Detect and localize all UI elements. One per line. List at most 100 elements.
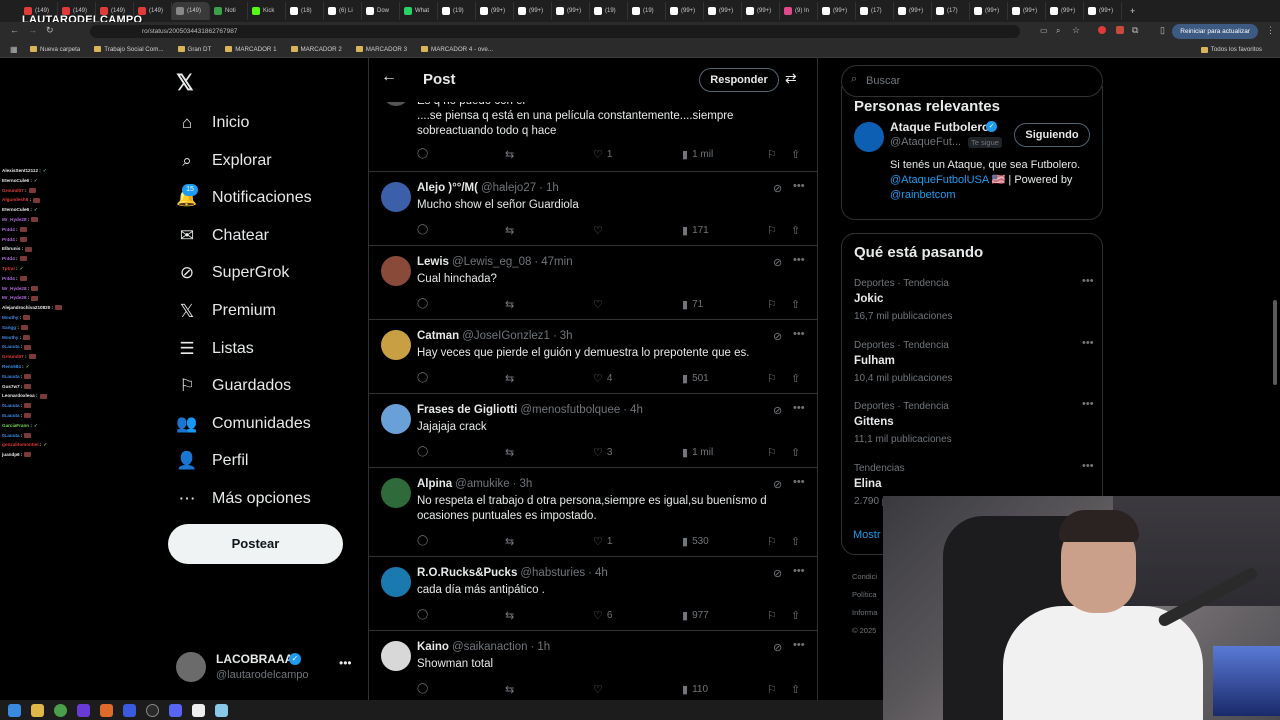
nav-item-listas[interactable]: ☰ Listas [176,336,253,362]
obs-icon[interactable] [146,703,159,717]
footer-link[interactable]: Política [852,590,877,599]
share-action[interactable]: ⇧ [791,535,800,548]
tweet-time[interactable]: 3h [560,330,573,342]
browser-tab[interactable]: (99+) [742,2,780,20]
grok-icon[interactable]: ⊘ [773,256,782,269]
reply-tweet[interactable]: Catman @JoseIGonzlez1 · 3h ⊘ ••• Hay veces que… [369,320,817,394]
nav-item-comunidades[interactable]: 👥 Comunidades [176,411,310,437]
browser-tab[interactable]: (99+) [552,2,590,20]
tweet-time[interactable]: 47min [541,256,572,268]
sidebar-icon[interactable]: ▯ [1160,25,1165,36]
browser-tab[interactable]: (149) [172,2,210,20]
chrome-icon[interactable] [54,703,67,717]
tweet-author-name[interactable]: Catman [417,330,459,342]
share-action[interactable]: ⇧ [791,609,800,622]
tweet-time[interactable]: 3h [519,478,532,490]
start-icon[interactable] [8,703,21,717]
avatar[interactable] [381,478,411,508]
reply-tweet[interactable]: Lewis @Lewis_eg_08 · 47min ⊘ ••• Cual hinchada… [369,246,817,320]
menu-kebab-icon[interactable]: ⋮ [1266,25,1275,36]
reply-action[interactable]: ◯ [417,609,428,620]
views-action[interactable]: ▮ 110 [682,683,708,696]
bookmark-item[interactable]: MARCADOR 4 - ove... [421,46,493,53]
reply-action[interactable]: ◯ [417,535,428,546]
app-icon[interactable] [192,703,205,717]
footer-link[interactable]: Informa [852,608,877,617]
bookmark-item[interactable]: Gran DT [177,46,211,53]
like-action[interactable]: ♡ 1 [593,535,612,548]
bookmark-action[interactable]: ⚐ [767,446,777,459]
views-action[interactable]: ▮ 71 [682,298,703,311]
views-action[interactable]: ▮ 530 [682,535,709,548]
extensions-puzzle-icon[interactable]: ⧉ [1132,25,1138,36]
retweet-action[interactable]: ⇆ [505,148,514,161]
following-button[interactable]: Siguiendo [1014,123,1090,147]
tweet-time[interactable]: 4h [630,404,643,416]
relevant-account-name[interactable]: Ataque Futbolero [890,120,989,134]
browser-tab[interactable]: (9) In [780,2,818,20]
bookmark-item[interactable]: MARCADOR 3 [355,46,407,53]
tweet-author-name[interactable]: Alpina [417,478,452,490]
grok-icon[interactable]: ⊘ [773,404,782,417]
reply-action[interactable]: ◯ [417,148,428,159]
like-action[interactable]: ♡ [593,683,603,696]
reply-tweet[interactable]: R.O.Rucks&Pucks @habsturies · 4h ⊘ ••• cada dí… [369,557,817,631]
share-action[interactable]: ⇧ [791,148,800,161]
browser-tab[interactable]: (19) [590,2,628,20]
bookmark-action[interactable]: ⚐ [767,683,777,696]
views-action[interactable]: ▮ 1 mil [682,148,713,161]
tweet-author-name[interactable]: Frases de Gigliotti [417,404,517,416]
nav-item-premium[interactable]: 𝕏 Premium [176,298,276,324]
tweet-time[interactable]: 1h [546,182,559,194]
more-options-icon[interactable]: ••• [1082,337,1094,349]
install-icon[interactable]: ▭ [1040,26,1048,35]
bookmark-action[interactable]: ⚐ [767,298,777,311]
browser-tab[interactable]: (99+) [704,2,742,20]
retweet-action[interactable]: ⇆ [505,372,514,385]
browser-tab[interactable]: Dow [362,2,400,20]
views-action[interactable]: ▮ 501 [682,372,709,385]
new-tab-icon[interactable]: + [1130,6,1135,16]
tweet-time[interactable]: 4h [595,567,608,579]
share-action[interactable]: ⇧ [791,372,800,385]
bookmark-item[interactable]: MARCADOR 2 [290,46,342,53]
app-icon[interactable] [100,703,113,717]
trend-item[interactable]: Deportes · Tendencia Jokic 16,7 mil public… [854,275,1094,333]
url-field[interactable]: ro/status/2005034431862767987 [90,25,1020,38]
retweet-action[interactable]: ⇆ [505,609,514,622]
browser-tab[interactable]: (99+) [1046,2,1084,20]
more-options-icon[interactable]: ••• [1082,275,1094,287]
retweet-action[interactable]: ⇆ [505,446,514,459]
like-action[interactable]: ♡ 4 [593,372,612,385]
bio-mention-link[interactable]: @AtaqueFutbolUSA [890,174,989,186]
back-arrow-icon[interactable]: ← [381,68,397,86]
reply-action[interactable]: ◯ [417,446,428,457]
avatar[interactable] [381,182,411,212]
bookmark-item[interactable]: Trabajo Social Com... [94,46,164,53]
bio-mention-link[interactable]: @rainbetcom [890,189,956,201]
views-action[interactable]: ▮ 1 mil [682,446,713,459]
tweet-time[interactable]: 1h [537,641,550,653]
browser-tab[interactable]: (17) [932,2,970,20]
reply-action[interactable]: ◯ [417,683,428,694]
bookmark-action[interactable]: ⚐ [767,535,777,548]
file-explorer-icon[interactable] [31,703,44,717]
browser-tab[interactable]: (6) Li [324,2,362,20]
browser-tab[interactable]: (17) [856,2,894,20]
reply-action[interactable]: ◯ [417,224,428,235]
reply-action[interactable]: ◯ [417,298,428,309]
bookmark-action[interactable]: ⚐ [767,148,777,161]
like-action[interactable]: ♡ 1 [593,148,612,161]
trend-item[interactable]: Deportes · Tendencia Gittens 11,1 mil publ… [854,398,1094,456]
grok-icon[interactable]: ⊘ [773,330,782,343]
grok-icon[interactable]: ⊘ [773,567,782,580]
reply-button[interactable]: Responder [699,68,779,92]
grok-icon[interactable]: ⊘ [773,478,782,491]
more-options-icon[interactable]: ••• [1082,460,1094,472]
share-action[interactable]: ⇧ [791,683,800,696]
reload-icon[interactable]: ↻ [46,25,54,36]
browser-tab[interactable]: (99+) [970,2,1008,20]
page-scrollbar[interactable] [1273,300,1277,385]
retweet-action[interactable]: ⇆ [505,298,514,311]
app-icon[interactable] [215,703,228,717]
